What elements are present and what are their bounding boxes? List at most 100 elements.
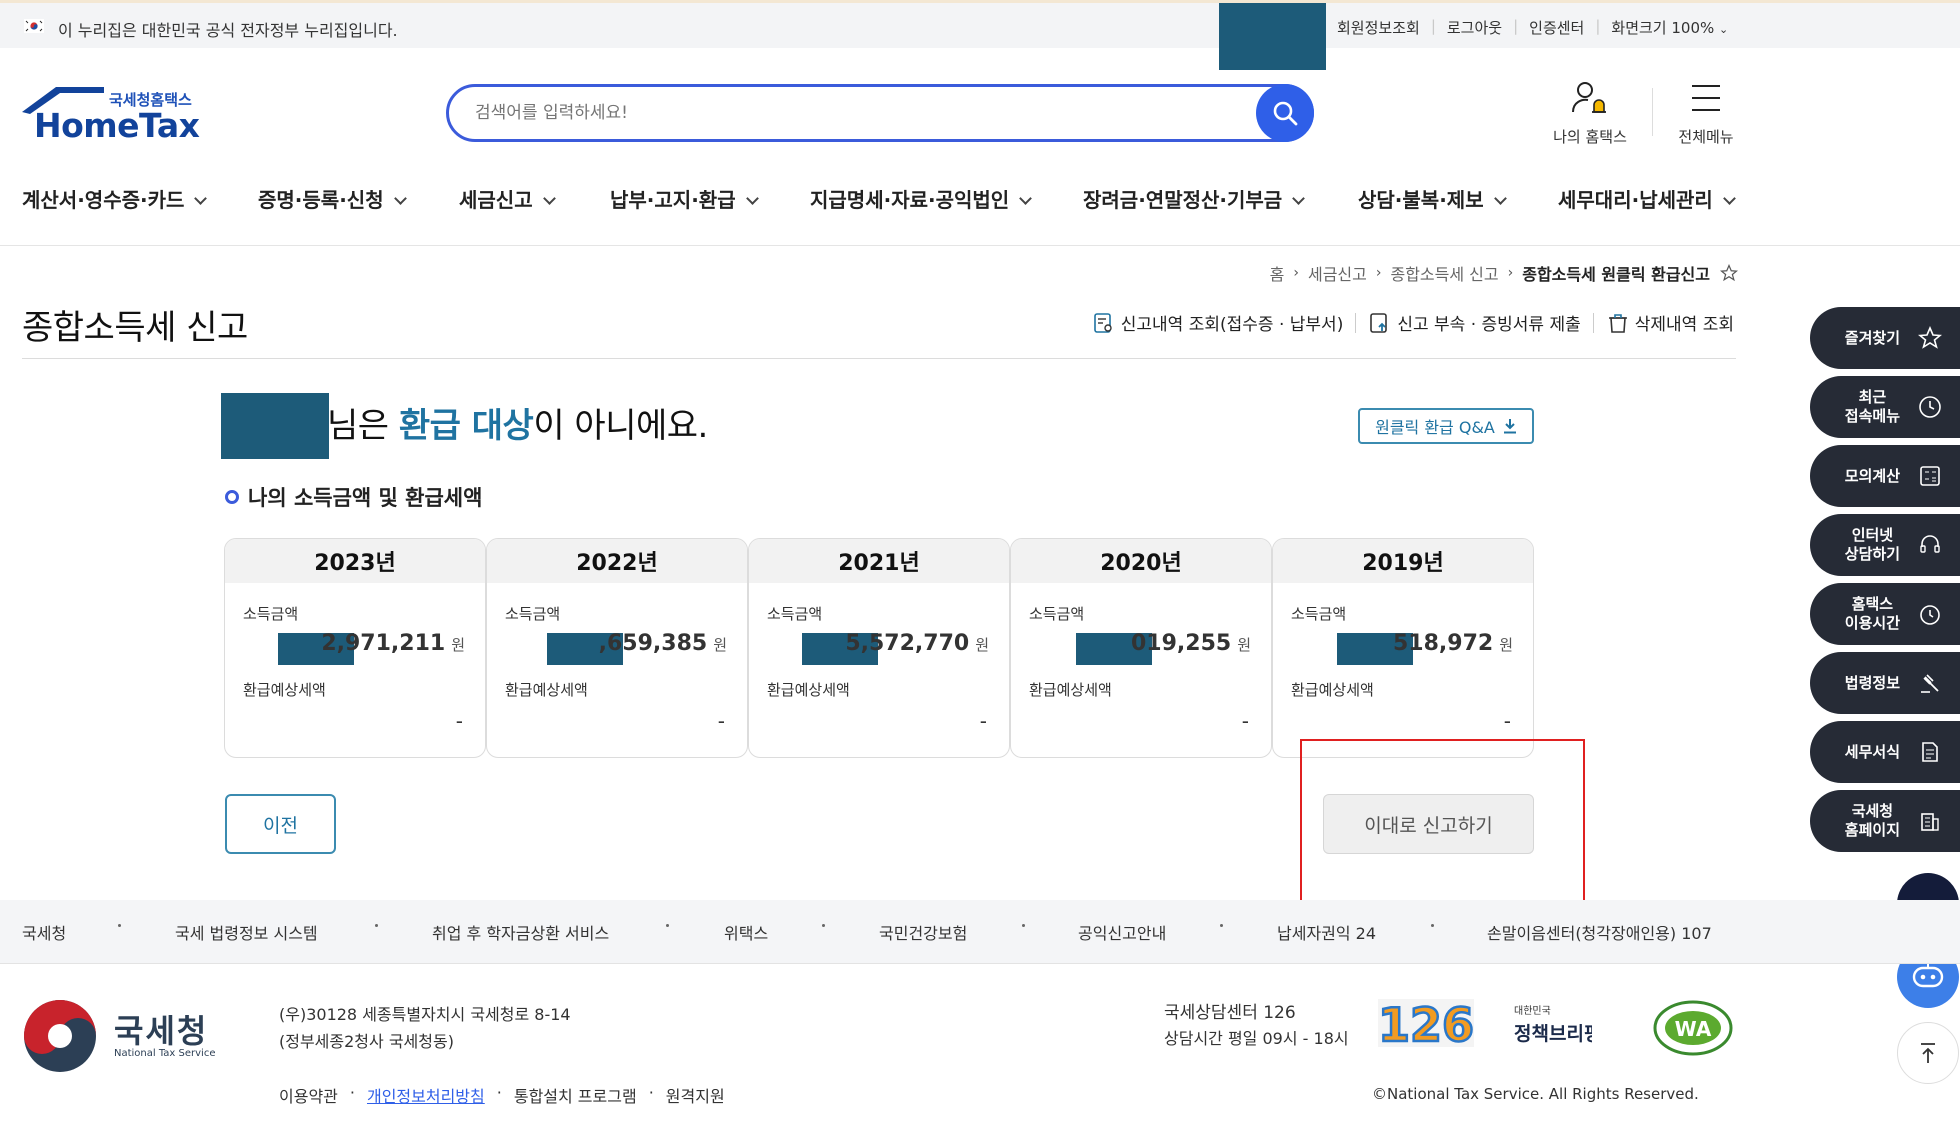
year-card-2022: 2022년 소득금액 ,659,385 원 환급예상세액 - (486, 538, 748, 758)
masked-name (221, 393, 329, 459)
member-info-link[interactable]: 회원정보조회 (1337, 17, 1420, 38)
income-label: 소득금액 (243, 605, 299, 623)
masked-user-name (1219, 3, 1326, 70)
gnb-incentive[interactable]: 장려금·연말정산·기부금 (1083, 184, 1306, 213)
policy-main-text: 정책브리핑 (1514, 1023, 1592, 1045)
quick-favorites[interactable]: 즐겨찾기 (1810, 307, 1960, 369)
terms-link[interactable]: 이용약관 (279, 1083, 338, 1107)
gnb-tax-filing[interactable]: 세금신고 (459, 184, 556, 213)
footer-link[interactable]: 취업 후 학자금상환 서비스 (432, 920, 609, 944)
privacy-link[interactable]: 개인정보처리방침 (367, 1083, 485, 1107)
refund-qa-button[interactable]: 원클릭 환급 Q&A (1358, 408, 1534, 444)
chevron-down-icon: ⌄ (1719, 23, 1729, 36)
income-label: 소득금액 (1291, 605, 1347, 623)
gnb-consult[interactable]: 상담·불복·제보 (1358, 184, 1507, 213)
chevron-down-icon (542, 192, 556, 205)
scroll-top-button[interactable] (1897, 1022, 1959, 1084)
trash-icon (1608, 313, 1627, 333)
gov-banner: 이 누리집은 대한민국 공식 전자정부 누리집입니다. 회원정보조회 | 로그아웃… (0, 0, 1960, 70)
year-card-2020: 2020년 소득금액 019,255 원 환급예상세액 - (1010, 538, 1272, 758)
nts-eng-name: National Tax Service (114, 1048, 216, 1059)
income-amount: 2,971,211 원 (321, 631, 465, 656)
global-nav: 계산서·영수증·카드 증명·등록·신청 세금신고 납부·고지·환급 지급명세·자… (0, 170, 1960, 246)
zoom-select[interactable]: 화면크기 100% ⌄ (1611, 17, 1728, 38)
quick-tax-forms[interactable]: 세무서식 (1810, 721, 1960, 783)
address-line: (우)30128 세종특별자치시 국세청로 8-14 (279, 1005, 571, 1024)
gnb-certificate[interactable]: 증명·등록·신청 (258, 184, 407, 213)
quick-simulation[interactable]: 모의계산 (1810, 445, 1960, 507)
korea-flag-icon (24, 19, 44, 33)
policy-top-text: 대한민국 (1514, 1005, 1551, 1017)
document-icon (1922, 742, 1938, 762)
breadcrumb-income-tax[interactable]: 종합소득세 신고 (1390, 261, 1498, 285)
income-amount: 019,255 원 (1130, 631, 1251, 656)
footer-link[interactable]: 국민건강보험 (879, 920, 967, 944)
header-divider (1652, 88, 1653, 136)
section-subheading: 나의 소득금액 및 환급세액 (225, 482, 482, 512)
quick-nts-homepage[interactable]: 국세청 홈페이지 (1810, 790, 1960, 852)
hometax-logo[interactable]: 국세청홈택스 HomeTax (20, 84, 202, 146)
year-card-2021: 2021년 소득금액 5,572,770 원 환급예상세액 - (748, 538, 1010, 758)
remote-support-link[interactable]: 원격지원 (666, 1083, 725, 1107)
footer-nav: 이용약관 · 개인정보처리방침 · 통합설치 프로그램 · 원격지원 (279, 1083, 725, 1107)
refund-amount: - (455, 709, 463, 733)
page-title: 종합소득세 신고 (22, 308, 248, 348)
year-label: 2020년 (1011, 539, 1271, 583)
quick-hours[interactable]: 홈택스 이용시간 (1810, 583, 1960, 645)
refund-target-highlight: 환급 대상 (398, 406, 534, 446)
filing-history-link[interactable]: 신고내역 조회(접수증 · 납부서) (1092, 310, 1343, 335)
year-card-2023: 2023년 소득금액 2,971,211 원 환급예상세액 - (224, 538, 486, 758)
all-menu-button[interactable]: 전체메뉴 (1656, 80, 1756, 147)
search-icon (1273, 101, 1298, 126)
chevron-down-icon (1292, 192, 1306, 205)
search-button[interactable] (1256, 84, 1314, 142)
title-divider (22, 358, 1736, 359)
star-icon[interactable] (1720, 264, 1738, 282)
breadcrumb-home[interactable]: 홈 (1270, 261, 1285, 285)
gnb-payment[interactable]: 납부·고지·환급 (610, 184, 759, 213)
footer-link[interactable]: 납세자권익 24 (1277, 920, 1376, 944)
logout-link[interactable]: 로그아웃 (1447, 17, 1502, 38)
year-label: 2019년 (1273, 539, 1533, 583)
search-input[interactable] (473, 99, 1233, 127)
cert-center-link[interactable]: 인증센터 (1529, 17, 1584, 38)
title-tools: 신고내역 조회(접수증 · 납부서) 신고 부속 · 증빙서류 제출 삭제내역 … (1092, 310, 1734, 335)
copyright: ©National Tax Service. All Rights Reserv… (1372, 1085, 1699, 1103)
chevron-down-icon (194, 192, 208, 205)
footer-link[interactable]: 공익신고안내 (1078, 920, 1166, 944)
hamburger-menu-icon (1692, 85, 1720, 111)
attach-docs-label: 신고 부속 · 증빙서류 제출 (1397, 315, 1581, 335)
deleted-history-link[interactable]: 삭제내역 조회 (1606, 310, 1734, 335)
my-hometax-button[interactable]: 나의 홈택스 (1540, 80, 1640, 147)
refund-label: 환급예상세액 (767, 681, 850, 699)
footer-link[interactable]: 국세 법령정보 시스템 (175, 920, 318, 944)
prev-button[interactable]: 이전 (225, 794, 336, 854)
footer-link[interactable]: 손말이음센터(청각장애인용) 107 (1487, 920, 1712, 944)
gnb-agent[interactable]: 세무대리·납세관리 (1558, 184, 1736, 213)
gnb-statement[interactable]: 지급명세·자료·공익법인 (810, 184, 1033, 213)
gnb-invoice[interactable]: 계산서·영수증·카드 (22, 184, 208, 213)
chevron-down-icon (1722, 192, 1736, 205)
document-upload-icon (1370, 312, 1388, 333)
refund-amount: - (1241, 709, 1249, 733)
chevron-down-icon (745, 192, 759, 205)
address-line: (정부세종2청사 국세청동) (279, 1032, 454, 1051)
gov-notice: 이 누리집은 대한민국 공식 전자정부 누리집입니다. (58, 21, 398, 40)
attach-docs-link[interactable]: 신고 부속 · 증빙서류 제출 (1368, 310, 1581, 335)
quick-law-info[interactable]: 법령정보 (1810, 652, 1960, 714)
result-headline: 님은 환급 대상이 아니에요. (327, 406, 708, 446)
policy-briefing-logo: 대한민국 정책브리핑 (1514, 1005, 1592, 1045)
wa-accessibility-mark: WA (1653, 1000, 1733, 1056)
year-label: 2023년 (225, 539, 485, 583)
install-link[interactable]: 통합설치 프로그램 (514, 1083, 637, 1107)
quick-recent-menu[interactable]: 최근 접속메뉴 (1810, 376, 1960, 438)
breadcrumb-tax-filing[interactable]: 세금신고 (1308, 261, 1367, 285)
quick-online-consult[interactable]: 인터넷 상담하기 (1810, 514, 1960, 576)
call-center-info: 국세상담센터 126 상담시간 평일 09시 - 18시 (1164, 1000, 1349, 1052)
income-label: 소득금액 (767, 605, 823, 623)
file-as-is-button[interactable]: 이대로 신고하기 (1323, 794, 1534, 854)
badge-126-logo: 126 (1378, 997, 1474, 1049)
footer-link[interactable]: 위택스 (724, 920, 768, 944)
income-amount: 518,972 원 (1392, 631, 1513, 656)
footer-link[interactable]: 국세청 (22, 920, 66, 944)
